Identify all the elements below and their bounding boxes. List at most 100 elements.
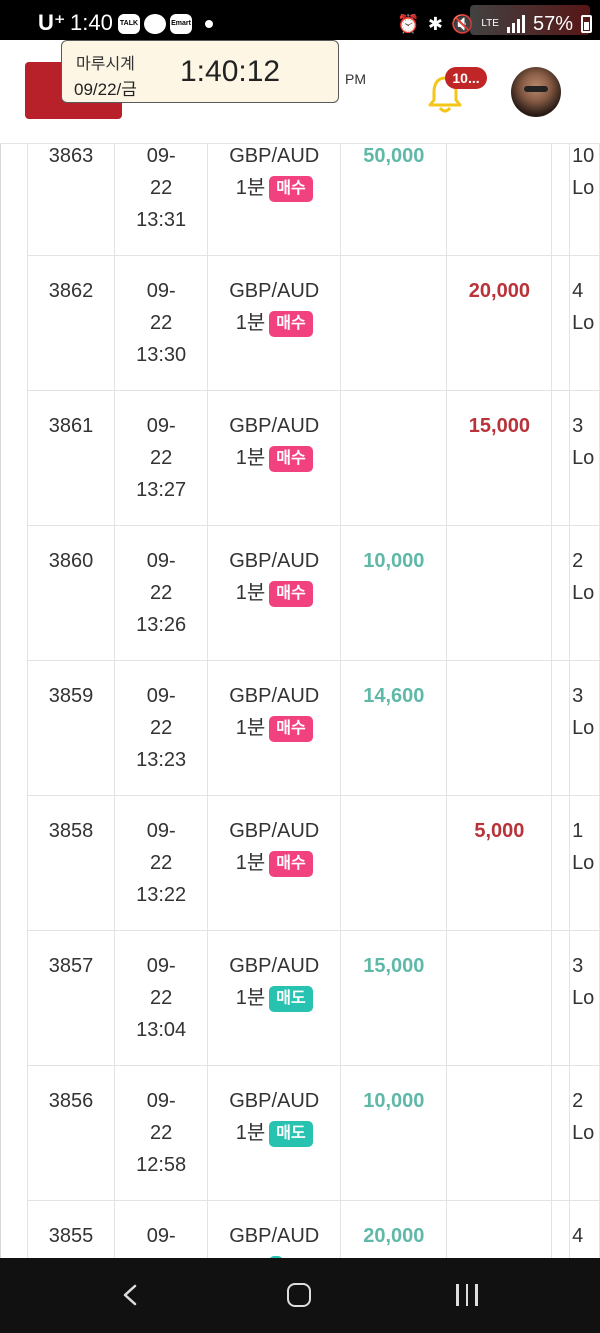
win-amount: 10,000 <box>340 525 448 661</box>
trade-id: 3859 <box>27 660 116 796</box>
trade-datetime: 09- <box>114 1200 209 1258</box>
left-divider <box>0 144 1 1258</box>
side-badge: 매도 <box>269 985 313 1012</box>
trade-datetime: 09- 22 13:31 <box>114 144 209 256</box>
back-icon[interactable] <box>122 1284 138 1306</box>
table-row[interactable]: 3860 09- 22 13:26 GBP/AUD 1분 매수 10,000 2 Lo <box>27 525 600 661</box>
loss-amount: 20,000 <box>446 255 553 391</box>
clock-title: 마루시계 <box>76 56 135 73</box>
trade-id: 3855 <box>27 1200 116 1258</box>
trade-datetime: 09- 22 12:58 <box>114 1065 209 1201</box>
side-badge: 매수 <box>269 310 313 337</box>
more-notifications-icon <box>205 20 213 28</box>
trade-datetime: 09- 22 13:30 <box>114 255 209 391</box>
bluetooth-icon: ✱ <box>427 13 443 34</box>
loss-amount <box>446 660 553 796</box>
trade-id: 3856 <box>27 1065 116 1201</box>
win-amount <box>340 390 448 526</box>
side-badge: 매수 <box>269 445 313 472</box>
result-cell: 10 Lo <box>569 144 600 256</box>
recent-apps-icon[interactable] <box>456 1284 478 1306</box>
trade-pair: GBP/AUD 1분 매도 <box>207 1065 342 1201</box>
signal-icon <box>506 15 525 33</box>
win-amount: 10,000 <box>340 1065 448 1201</box>
loss-amount <box>446 1200 553 1258</box>
win-amount: 15,000 <box>340 930 448 1066</box>
loss-amount: 5,000 <box>446 795 553 931</box>
spacer-cell <box>551 1065 571 1201</box>
side-badge: 매도 <box>269 1120 313 1147</box>
notification-badge[interactable]: 10... <box>445 67 487 89</box>
spacer-cell <box>551 390 571 526</box>
table-row[interactable]: 3861 09- 22 13:27 GBP/AUD 1분 매수 15,000 3 Lo <box>27 390 600 526</box>
result-cell: 4 <box>569 1200 600 1258</box>
win-amount: 50,000 <box>340 144 448 256</box>
clock-ampm: PM <box>345 71 366 87</box>
win-amount <box>340 795 448 931</box>
home-icon[interactable] <box>287 1283 311 1307</box>
trade-pair: GBP/AUD 1분 매도 <box>207 930 342 1066</box>
table-row[interactable]: 3855 09- GBP/AUD 20,000 4 <box>27 1200 600 1258</box>
trade-pair: GBP/AUD 1분 매수 <box>207 660 342 796</box>
spacer-cell <box>551 930 571 1066</box>
side-badge: 매수 <box>269 580 313 607</box>
side-badge: 매수 <box>269 715 313 742</box>
trade-datetime: 09- 22 13:27 <box>114 390 209 526</box>
lte-icon: LTE <box>481 18 499 29</box>
alarm-icon: ⏰ <box>397 13 420 34</box>
trade-datetime: 09- 22 13:04 <box>114 930 209 1066</box>
trade-id: 3857 <box>27 930 116 1066</box>
spacer-cell <box>551 795 571 931</box>
system-navigation-bar <box>0 1258 600 1333</box>
trade-pair: GBP/AUD 1분 매수 <box>207 144 342 256</box>
loss-amount <box>446 525 553 661</box>
table-row[interactable]: 3862 09- 22 13:30 GBP/AUD 1분 매수 20,000 4 Lo <box>27 255 600 391</box>
clock-date: 09/22/금 <box>74 80 137 99</box>
avatar[interactable] <box>511 67 561 117</box>
loss-amount <box>446 144 553 256</box>
result-cell: 2 Lo <box>569 1065 600 1201</box>
trade-id: 3863 <box>27 144 116 256</box>
trade-pair: GBP/AUD 1분 매수 <box>207 525 342 661</box>
trade-id: 3858 <box>27 795 116 931</box>
table-row[interactable]: 3859 09- 22 13:23 GBP/AUD 1분 매수 14,600 3 Lo <box>27 660 600 796</box>
win-amount <box>340 255 448 391</box>
table-row[interactable]: 3856 09- 22 12:58 GBP/AUD 1분 매도 10,000 2 Lo <box>27 1065 600 1201</box>
spacer-cell <box>551 255 571 391</box>
trade-pair: GBP/AUD <box>207 1200 342 1258</box>
trade-pair: GBP/AUD 1분 매수 <box>207 390 342 526</box>
emart-icon: Emart <box>170 14 192 34</box>
trade-history-table: 3863 09- 22 13:31 GBP/AUD 1분 매수 50,000 10 Lo … <box>27 144 600 1258</box>
table-row[interactable]: 3863 09- 22 13:31 GBP/AUD 1분 매수 50,000 10 Lo <box>27 144 600 256</box>
trade-id: 3861 <box>27 390 116 526</box>
loss-amount <box>446 930 553 1066</box>
battery-percent: 57% <box>532 12 573 35</box>
battery-icon <box>581 15 592 33</box>
loss-amount <box>446 1065 553 1201</box>
spacer-cell <box>551 1200 571 1258</box>
clock-widget[interactable]: 마루시계 09/22/금 1:40:12 PM <box>61 40 366 103</box>
side-badge: 매수 <box>269 850 313 877</box>
carrier-label: U⁺ <box>38 10 66 35</box>
spacer-cell <box>551 660 571 796</box>
clock-time: 1:40:12 <box>180 55 281 88</box>
status-icons: ⏰ ✱ 🔇 LTE 57% <box>397 6 600 42</box>
result-cell: 1 Lo <box>569 795 600 931</box>
app-header: 마루시계 09/22/금 1:40:12 PM 10... <box>0 40 600 144</box>
trade-pair: GBP/AUD 1분 매수 <box>207 795 342 931</box>
win-amount: 20,000 <box>340 1200 448 1258</box>
result-cell: 4 Lo <box>569 255 600 391</box>
result-cell: 3 Lo <box>569 390 600 526</box>
result-cell: 2 Lo <box>569 525 600 661</box>
trade-datetime: 09- 22 13:23 <box>114 660 209 796</box>
trade-id: 3862 <box>27 255 116 391</box>
table-row[interactable]: 3858 09- 22 13:22 GBP/AUD 1분 매수 5,000 1 Lo <box>27 795 600 931</box>
loss-amount: 15,000 <box>446 390 553 526</box>
chat-bubble-icon <box>144 14 166 34</box>
spacer-cell <box>551 144 571 256</box>
trade-id: 3860 <box>27 525 116 661</box>
result-cell: 3 Lo <box>569 930 600 1066</box>
table-row[interactable]: 3857 09- 22 13:04 GBP/AUD 1분 매도 15,000 3 Lo <box>27 930 600 1066</box>
result-cell: 3 Lo <box>569 660 600 796</box>
trade-datetime: 09- 22 13:26 <box>114 525 209 661</box>
